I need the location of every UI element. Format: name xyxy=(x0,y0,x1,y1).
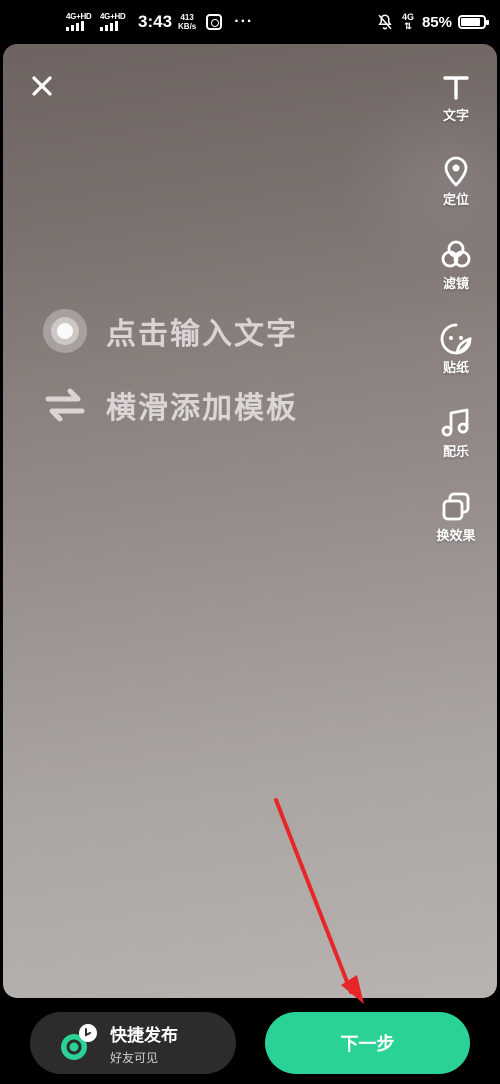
tool-sticker-label: 贴纸 xyxy=(442,361,469,376)
network-speed: 413 KB/s xyxy=(178,13,196,31)
photo-preview[interactable] xyxy=(3,44,497,998)
swipe-template-text: 横滑添加模板 xyxy=(106,391,298,426)
quick-publish-title: 快捷发布 xyxy=(110,1025,178,1046)
tool-filter-label: 滤镜 xyxy=(442,277,469,292)
filter-circles-icon xyxy=(441,240,471,268)
signal-2-label: 4G+HD xyxy=(100,12,126,21)
more-notifications-icon: ··· xyxy=(234,13,254,30)
network-speed-unit: KB/s xyxy=(178,22,197,31)
tool-switch-effect[interactable]: 换效果 xyxy=(428,490,484,544)
tool-music-label: 配乐 xyxy=(442,445,469,460)
tap-to-input-hint[interactable]: 点击输入文字 xyxy=(40,306,298,356)
tool-text-label: 文字 xyxy=(442,109,469,124)
network-speed-value: 413 xyxy=(180,13,194,22)
tool-location[interactable]: 定位 xyxy=(428,154,484,208)
tap-to-input-text: 点击输入文字 xyxy=(106,317,298,352)
app-notification-icon xyxy=(206,14,223,30)
tap-circle-icon xyxy=(43,309,87,353)
quick-publish-icon xyxy=(61,1024,97,1060)
close-icon[interactable] xyxy=(22,66,62,106)
battery-icon xyxy=(458,15,489,29)
switch-effect-icon xyxy=(442,492,470,521)
tool-text[interactable]: 文字 xyxy=(428,70,484,124)
signal-1-label: 4G+HD xyxy=(66,12,92,21)
signal-bars-icon xyxy=(100,21,118,31)
sticker-icon xyxy=(440,323,472,355)
tool-switch-effect-label: 换效果 xyxy=(436,529,476,544)
location-pin-icon xyxy=(444,156,468,187)
next-step-button[interactable]: 下一步 xyxy=(265,1012,470,1074)
battery-fill xyxy=(461,18,480,26)
battery-percent: 85% xyxy=(421,13,452,31)
signal-bars-icon xyxy=(66,21,84,31)
music-note-icon xyxy=(441,408,469,437)
next-step-label: 下一步 xyxy=(340,1034,395,1055)
quick-publish-subtitle: 好友可见 xyxy=(110,1050,159,1065)
tool-filter[interactable]: 滤镜 xyxy=(428,238,484,292)
text-icon xyxy=(443,76,469,100)
data-arrows-icon: ⇅ xyxy=(404,21,412,31)
quick-publish-button[interactable]: 快捷发布 好友可见 xyxy=(30,1012,236,1074)
tool-music[interactable]: 配乐 xyxy=(428,406,484,460)
signal-strength-2: 4G+HD xyxy=(100,11,130,33)
status-time: 3:43 xyxy=(138,12,173,31)
network-type: 4G ⇅ xyxy=(402,13,414,31)
tool-sticker[interactable]: 贴纸 xyxy=(428,322,484,376)
swipe-template-hint: 横滑添加模板 xyxy=(40,380,298,430)
swap-arrows-icon xyxy=(45,388,85,422)
tool-location-label: 定位 xyxy=(442,193,469,208)
mute-bell-icon xyxy=(378,14,392,30)
signal-strength-1: 4G+HD xyxy=(66,11,96,33)
status-bar: 4G+HD 4G+HD 3:43 413 KB/s ··· 4G ⇅ 85% xyxy=(0,0,500,44)
